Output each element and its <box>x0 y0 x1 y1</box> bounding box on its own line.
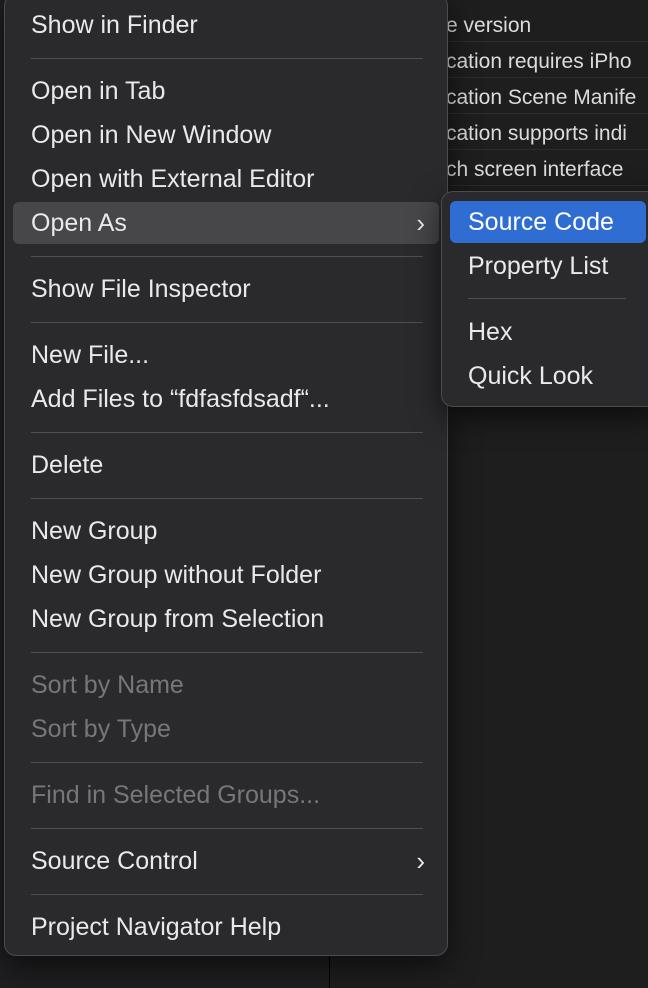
submenu-item-source-code[interactable]: Source Code <box>450 201 646 243</box>
menu-item-show-in-finder[interactable]: Show in Finder <box>13 4 439 46</box>
menu-item-label: Open As <box>31 209 127 237</box>
menu-separator <box>31 762 423 763</box>
menu-item-open-in-tab[interactable]: Open in Tab <box>13 70 439 112</box>
submenu-separator <box>468 298 626 299</box>
open-as-submenu: Source Code Property List Hex Quick Look <box>441 191 648 407</box>
menu-item-open-as[interactable]: Open As › <box>13 202 439 244</box>
menu-item-label: Project Navigator Help <box>31 913 282 941</box>
menu-separator <box>31 432 423 433</box>
submenu-item-hex[interactable]: Hex <box>450 311 646 353</box>
submenu-item-label: Quick Look <box>468 362 594 390</box>
menu-separator <box>31 498 423 499</box>
menu-separator <box>31 322 423 323</box>
menu-item-open-with-external-editor[interactable]: Open with External Editor <box>13 158 439 200</box>
menu-item-label: Sort by Name <box>31 671 184 699</box>
menu-item-new-group[interactable]: New Group <box>13 510 439 552</box>
menu-item-label: New Group <box>31 517 158 545</box>
menu-item-sort-by-type: Sort by Type <box>13 708 439 750</box>
menu-item-new-file[interactable]: New File... <box>13 334 439 376</box>
context-menu: Show in Finder Open in Tab Open in New W… <box>4 0 448 956</box>
menu-item-label: Source Control <box>31 847 198 875</box>
menu-item-label: Open in New Window <box>31 121 272 149</box>
submenu-item-quick-look[interactable]: Quick Look <box>450 355 646 397</box>
menu-item-label: Open in Tab <box>31 77 166 105</box>
menu-item-add-files[interactable]: Add Files to “fdfasfdsadf“... <box>13 378 439 420</box>
menu-item-label: Delete <box>31 451 104 479</box>
menu-separator <box>31 894 423 895</box>
menu-item-label: New Group from Selection <box>31 605 325 633</box>
menu-item-new-group-without-folder[interactable]: New Group without Folder <box>13 554 439 596</box>
menu-item-project-navigator-help[interactable]: Project Navigator Help <box>13 906 439 948</box>
menu-item-open-in-new-window[interactable]: Open in New Window <box>13 114 439 156</box>
submenu-item-label: Hex <box>468 318 513 346</box>
submenu-item-property-list[interactable]: Property List <box>450 245 646 287</box>
menu-item-label: Open with External Editor <box>31 165 315 193</box>
menu-separator <box>31 256 423 257</box>
plist-key: ch screen interface <box>446 158 624 181</box>
menu-separator <box>31 58 423 59</box>
screen: e version cation requires iPho cation Sc… <box>0 0 648 988</box>
menu-separator <box>31 828 423 829</box>
chevron-right-icon: › <box>416 846 425 876</box>
chevron-right-icon: › <box>416 208 425 238</box>
plist-key: cation requires iPho <box>446 50 632 73</box>
plist-key: e version <box>446 14 532 37</box>
menu-item-find-in-selected-groups: Find in Selected Groups... <box>13 774 439 816</box>
menu-item-label: New File... <box>31 341 150 369</box>
submenu-item-label: Source Code <box>468 208 614 236</box>
plist-key: cation Scene Manife <box>446 86 637 109</box>
menu-item-show-file-inspector[interactable]: Show File Inspector <box>13 268 439 310</box>
menu-item-delete[interactable]: Delete <box>13 444 439 486</box>
plist-key: cation supports indi <box>446 122 627 145</box>
menu-item-label: Find in Selected Groups... <box>31 781 321 809</box>
menu-item-label: New Group without Folder <box>31 561 322 589</box>
menu-item-label: Show in Finder <box>31 11 198 39</box>
menu-separator <box>31 652 423 653</box>
submenu-item-label: Property List <box>468 252 609 280</box>
menu-item-source-control[interactable]: Source Control › <box>13 840 439 882</box>
menu-item-label: Show File Inspector <box>31 275 251 303</box>
menu-item-label: Add Files to “fdfasfdsadf“... <box>31 385 330 413</box>
menu-item-label: Sort by Type <box>31 715 171 743</box>
menu-item-new-group-from-selection[interactable]: New Group from Selection <box>13 598 439 640</box>
menu-item-sort-by-name: Sort by Name <box>13 664 439 706</box>
